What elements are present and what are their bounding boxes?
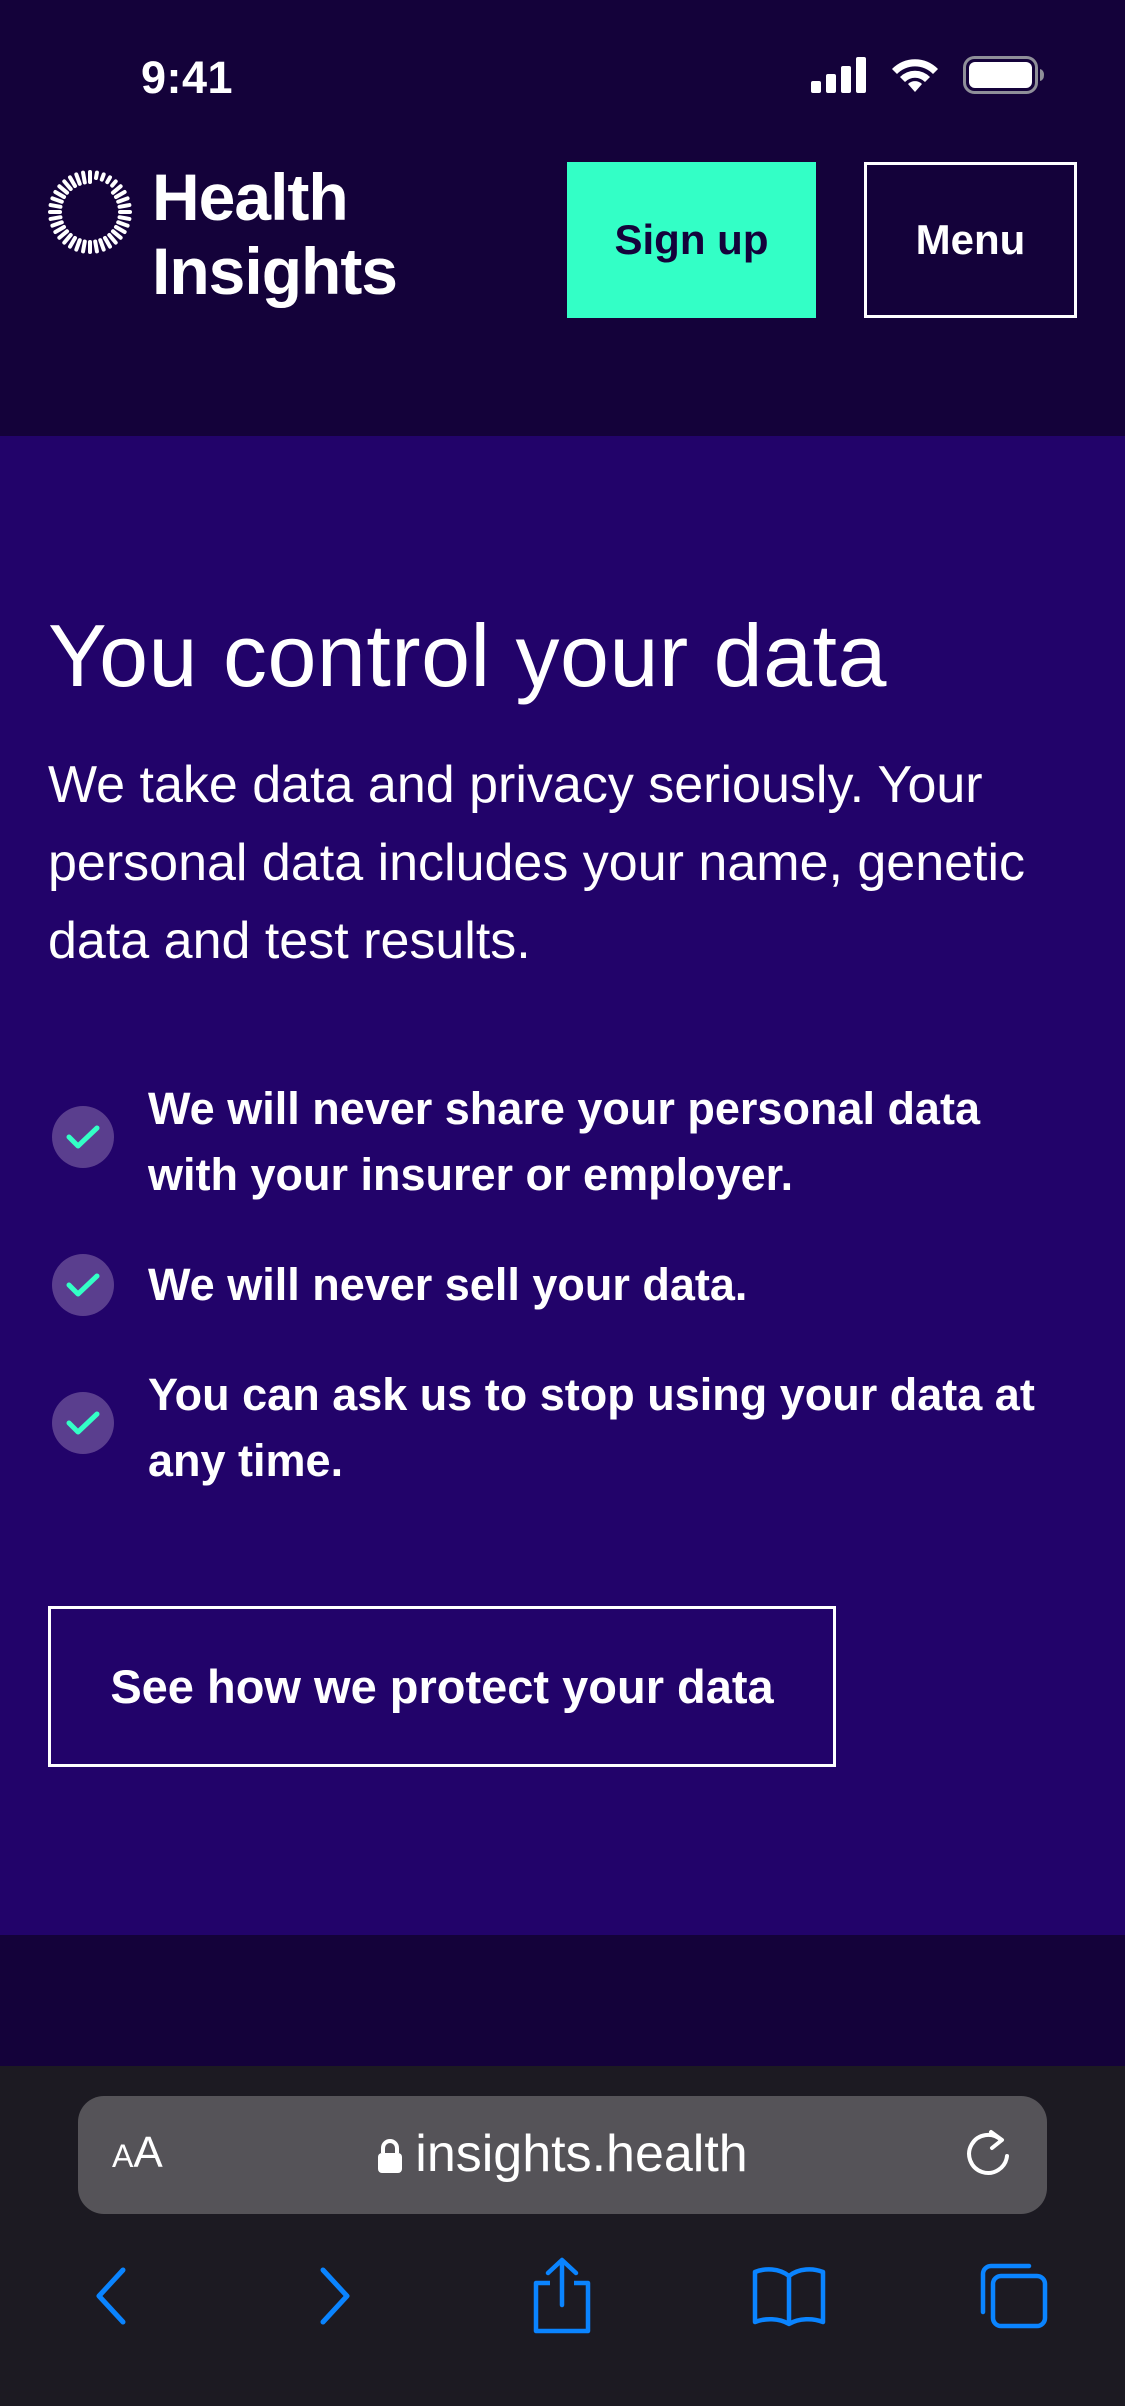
address-bar[interactable]: AA insights.health	[78, 2096, 1047, 2214]
forward-icon[interactable]	[290, 2246, 380, 2346]
battery-icon	[963, 55, 1045, 99]
list-item: We will never share your personal data w…	[52, 1076, 1082, 1208]
status-icons	[811, 55, 1045, 99]
share-icon[interactable]	[517, 2246, 607, 2346]
logo-ring-icon	[48, 170, 132, 254]
logo-text: Health Insights	[152, 160, 398, 308]
benefit-text: We will never share your personal data w…	[148, 1083, 980, 1200]
sign-up-button[interactable]: Sign up	[567, 162, 816, 318]
url-display[interactable]: insights.health	[78, 2124, 1047, 2187]
privacy-section: You control your data We take data and p…	[0, 436, 1125, 1935]
check-icon	[52, 1392, 114, 1454]
status-bar: 9:41	[0, 0, 1125, 150]
page-title: You control your data	[48, 606, 887, 705]
url-text: insights.health	[415, 2125, 748, 2183]
back-icon[interactable]	[66, 2246, 156, 2346]
logo[interactable]: Health Insights	[48, 160, 398, 308]
lock-icon	[377, 2127, 403, 2187]
logo-text-line1: Health	[152, 160, 349, 234]
cellular-signal-icon	[811, 56, 867, 98]
check-icon	[52, 1106, 114, 1168]
benefits-list: We will never share your personal data w…	[52, 1076, 1082, 1538]
protect-data-button[interactable]: See how we protect your data	[48, 1606, 836, 1767]
benefit-text: We will never sell your data.	[148, 1259, 748, 1310]
menu-button[interactable]: Menu	[864, 162, 1077, 318]
intro-paragraph: We take data and privacy seriously. Your…	[48, 756, 1026, 970]
site-header: Health Insights Sign up Menu	[0, 150, 1125, 436]
bookmarks-icon[interactable]	[744, 2246, 834, 2346]
browser-nav-row	[0, 2246, 1125, 2366]
browser-toolbar: AA insights.health	[0, 2066, 1125, 2406]
check-icon	[52, 1254, 114, 1316]
logo-text-line2: Insights	[152, 234, 398, 308]
status-time: 9:41	[141, 52, 234, 103]
wifi-icon	[889, 56, 941, 99]
benefit-text: You can ask us to stop using your data a…	[148, 1369, 1035, 1486]
list-item: You can ask us to stop using your data a…	[52, 1362, 1082, 1494]
list-item: We will never sell your data.	[52, 1252, 1082, 1318]
page: 9:41 Health Insights Sign up Menu You co…	[0, 0, 1125, 2406]
reload-icon[interactable]	[961, 2126, 1017, 2187]
tabs-icon[interactable]	[968, 2246, 1058, 2346]
